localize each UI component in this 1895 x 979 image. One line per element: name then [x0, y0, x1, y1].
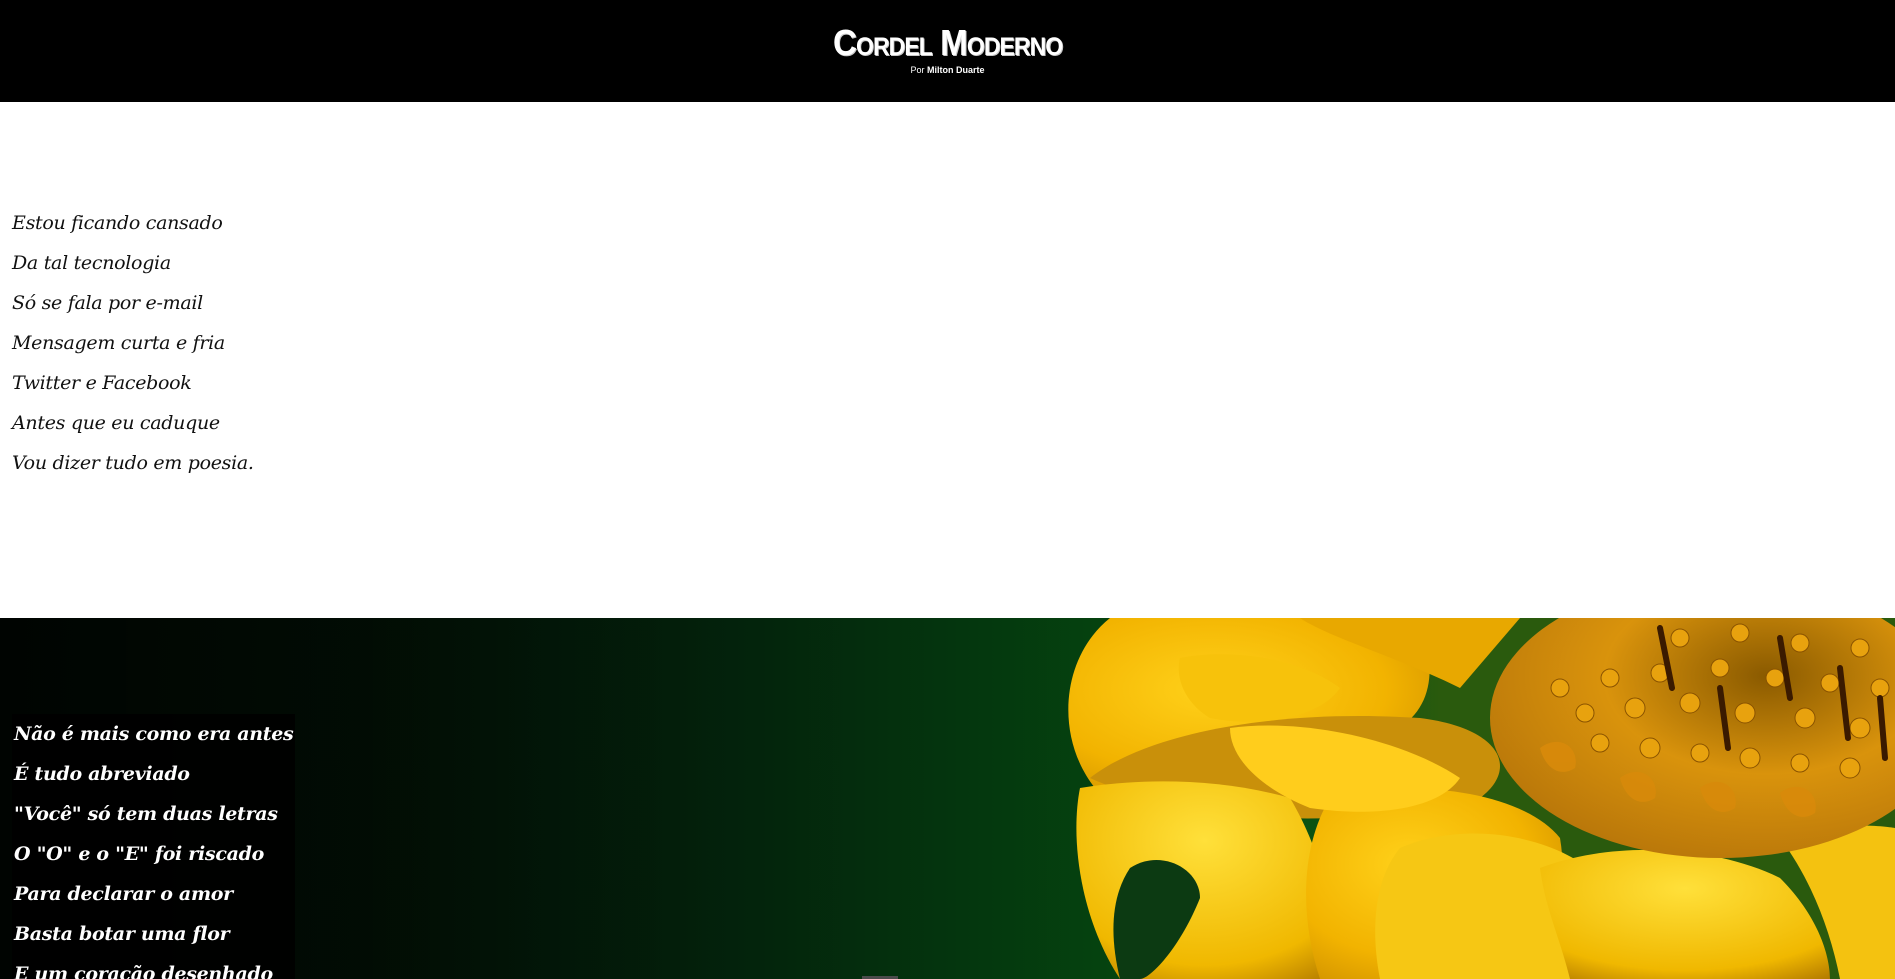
title-word-rest-2: oderno [966, 22, 1063, 63]
byline: Por Milton Duarte [0, 64, 1895, 76]
verse-line: Da tal tecnologia [12, 252, 171, 274]
verse-line: Vou dizer tudo em poesia. [12, 452, 254, 474]
title-initial-m: M [940, 22, 968, 63]
brand: Cordel Moderno Por Milton Duarte [0, 22, 1895, 76]
byline-prefix: Por [910, 65, 925, 75]
stanza-2: Não é mais como era antes É tudo abrevia… [12, 714, 296, 979]
verse-line: Não é mais como era antes [14, 723, 294, 745]
verse-line: E um coração desenhado [14, 963, 273, 979]
verse-line: Para declarar o amor [14, 883, 233, 905]
site-header: Cordel Moderno Por Milton Duarte [0, 0, 1895, 102]
verse-line: Twitter e Facebook [12, 372, 192, 394]
title-initial-c: C [832, 22, 857, 63]
stanza-1: Estou ficando cansado Da tal tecnologia … [12, 203, 254, 483]
flower-background-section: Não é mais como era antes É tudo abrevia… [0, 618, 1895, 979]
verse-line: O "O" e o "E" foi riscado [14, 843, 264, 865]
verse-line: Basta botar uma flor [14, 923, 230, 945]
verse-line: Só se fala por e-mail [12, 292, 203, 314]
byline-author: Milton Duarte [927, 65, 985, 75]
verse-line: Estou ficando cansado [12, 212, 223, 234]
verse-line: Antes que eu caduque [12, 412, 220, 434]
title-word-rest-1: ordel [855, 22, 933, 63]
verse-line: Mensagem curta e fria [12, 332, 225, 354]
site-title[interactable]: Cordel Moderno [832, 22, 1063, 64]
verse-line: "Você" só tem duas letras [14, 803, 278, 825]
verse-line: É tudo abreviado [14, 763, 190, 785]
